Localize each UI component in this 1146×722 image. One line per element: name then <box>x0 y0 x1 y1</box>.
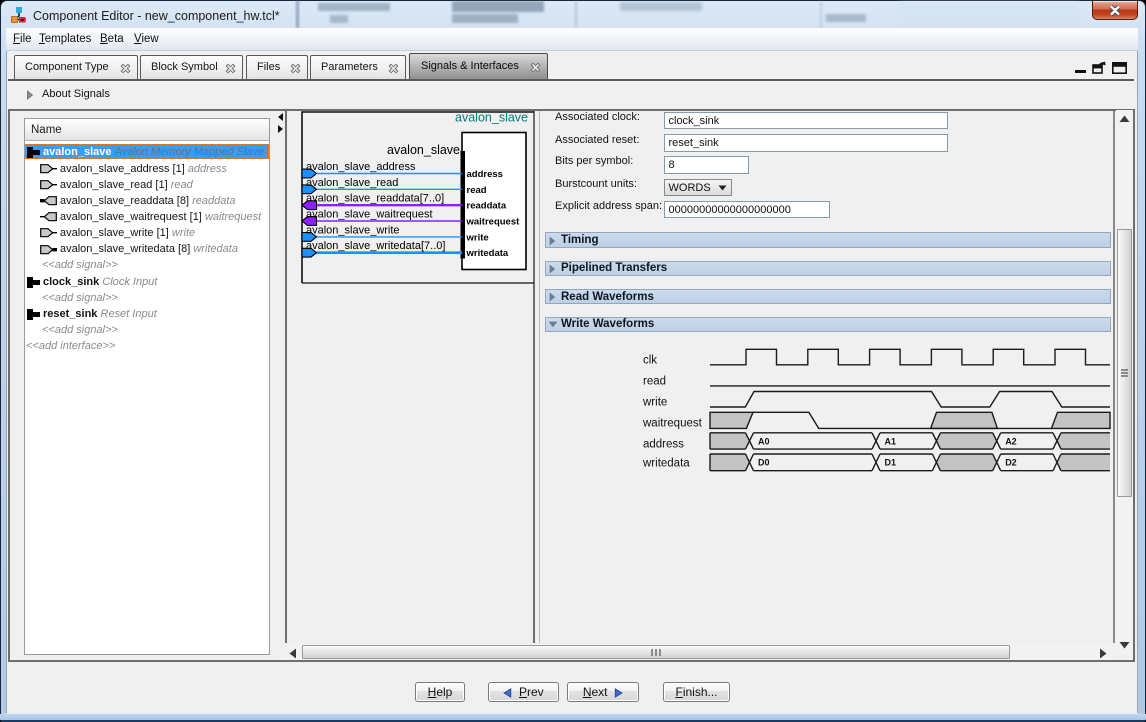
svg-text:D0: D0 <box>758 458 770 468</box>
svg-text:write: write <box>466 232 489 243</box>
svg-text:readdata: readdata <box>467 201 507 212</box>
svg-text:clk: clk <box>643 354 657 366</box>
svg-text:waitrequest: waitrequest <box>466 217 521 228</box>
svg-text:avalon_slave_waitrequest: avalon_slave_waitrequest <box>306 209 433 221</box>
svg-text:avalon_slave_read: avalon_slave_read <box>306 177 398 189</box>
svg-text:write: write <box>642 397 667 409</box>
svg-text:A0: A0 <box>758 437 770 447</box>
svg-text:D2: D2 <box>1005 458 1017 468</box>
svg-text:avalon_slave_writedata[7..0]: avalon_slave_writedata[7..0] <box>306 240 445 252</box>
svg-text:A1: A1 <box>885 437 897 447</box>
svg-text:avalon_slave_readdata[7..0]: avalon_slave_readdata[7..0] <box>306 193 444 205</box>
svg-text:avalon_slave: avalon_slave <box>387 143 460 157</box>
svg-text:avalon_slave_write: avalon_slave_write <box>306 224 400 236</box>
svg-text:read: read <box>467 185 487 196</box>
svg-text:D1: D1 <box>885 458 897 468</box>
svg-text:waitrequest: waitrequest <box>642 417 703 429</box>
svg-text:writedata: writedata <box>466 248 509 259</box>
svg-text:read: read <box>643 376 666 388</box>
svg-text:address: address <box>643 438 684 450</box>
svg-text:avalon_slave_address: avalon_slave_address <box>306 161 416 173</box>
svg-text:avalon_slave: avalon_slave <box>455 111 528 125</box>
svg-text:A2: A2 <box>1005 437 1017 447</box>
svg-text:writedata: writedata <box>642 458 690 470</box>
svg-text:address: address <box>467 169 503 180</box>
